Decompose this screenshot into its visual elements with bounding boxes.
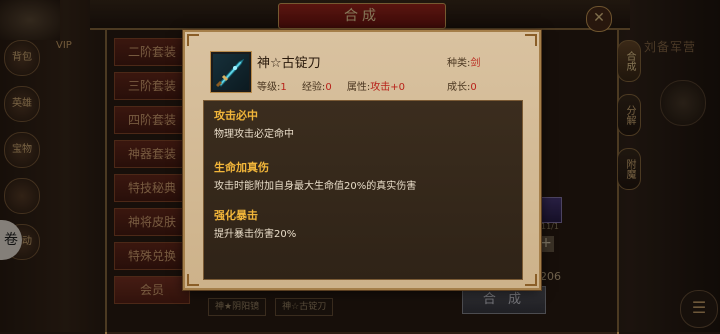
effect-desc: 物理攻击必定命中 [214,129,294,140]
item-type: 种类:剑 [447,54,480,69]
effect-title: 生命加真伤 [214,161,269,174]
effect-desc: 攻击时能附加自身最大生命值20%的真实伤害 [214,181,417,192]
item-detail-popup: 神☆古锭刀 种类:剑 等级:1 经验:0 属性:攻击+0 成长:0 攻击必中 物… [183,30,541,290]
growth-value: 0 [470,82,477,93]
corner-ornament [187,274,199,286]
corner-ornament [525,274,537,286]
exp-value: 0 [325,82,332,93]
item-growth: 成长:0 [447,78,477,93]
attr-label: 属性: [346,82,371,93]
level-value: 1 [280,82,287,93]
effect-desc: 提升暴击伤害20% [214,229,297,240]
item-type-value: 剑 [470,58,481,69]
effect-title: 攻击必中 [214,109,258,122]
item-stats: 等级:1 经验:0 属性:攻击+0 [257,78,405,93]
attr-value: 攻击+0 [370,82,405,93]
effect-entry: 强化暴击 提升暴击伤害20% [214,207,296,240]
corner-ornament [525,34,537,46]
sword-icon [211,52,251,92]
exp-label: 经验: [301,82,326,93]
item-name: 神☆古锭刀 [257,56,321,71]
corner-ornament [187,34,199,46]
item-type-label: 种类: [447,58,471,69]
effects-panel: 攻击必中 物理攻击必定命中 生命加真伤 攻击时能附加自身最大生命值20%的真实伤… [203,100,523,280]
growth-label: 成长: [447,82,471,93]
effect-title: 强化暴击 [214,209,258,222]
level-label: 等级: [257,82,281,93]
effect-entry: 攻击必中 物理攻击必定命中 [214,107,294,140]
effect-entry: 生命加真伤 攻击时能附加自身最大生命值20%的真实伤害 [214,159,416,192]
